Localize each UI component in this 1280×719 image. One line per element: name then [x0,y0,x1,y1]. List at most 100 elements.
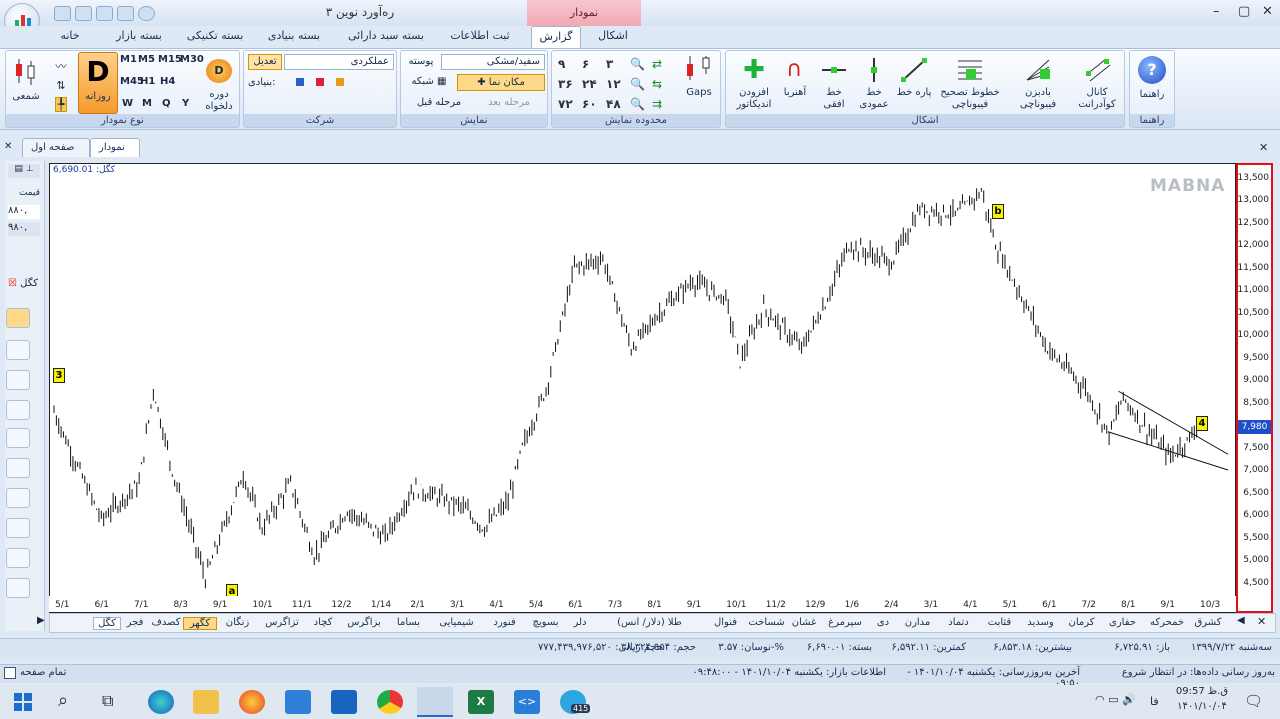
period-y[interactable]: Y [182,98,189,109]
tab-technical[interactable]: بسته تکنیکی [178,26,252,48]
mail-icon[interactable] [331,690,357,714]
marker-4[interactable]: 4 [1196,416,1208,431]
period-month[interactable]: M [142,98,152,109]
symbol-tab[interactable]: فجر [121,617,149,628]
add-indicator-icon[interactable]: ✚ [734,55,774,85]
range-36[interactable]: ۳۶ [558,74,573,94]
chrome-icon[interactable] [377,690,403,714]
chart-style-icons[interactable]: 〰 ⇅ ╄ [50,57,72,115]
badge-red-icon[interactable] [316,78,324,86]
search-icon[interactable]: ⌕ [58,690,68,711]
raavard-app-icon[interactable] [417,687,453,717]
tool-10-icon[interactable] [6,578,30,598]
symbol-tab[interactable]: بزاگرس [340,617,388,628]
marker-b[interactable]: b [992,204,1004,219]
marker-3[interactable]: 3 [53,368,65,383]
tab-register[interactable]: ثبت اطلاعات [440,26,520,48]
grid-button[interactable]: شبکه ▦ [405,76,453,87]
symbol-tab[interactable]: زنگان [217,617,258,628]
system-tray-icons[interactable]: ◠ ▭ 🔊 [1095,693,1136,706]
tab-home[interactable]: خانه [48,26,92,48]
period-m30[interactable]: M30 [180,54,204,65]
segment-icon[interactable] [900,57,928,83]
scroll-left-icon[interactable]: ◀ [1237,615,1245,626]
period-m15[interactable]: M15 [158,54,182,65]
symbol-tab[interactable]: کرمان [1061,617,1102,628]
print-icon[interactable] [75,6,92,21]
lower-trendline[interactable] [1107,431,1229,471]
vscode-icon[interactable]: <> [514,690,540,714]
symbol-tab[interactable]: کگهر [183,617,217,630]
chart-plot-area[interactable]: کگل: 6,690.01 MABNA 3ab4 [49,163,1236,613]
symbol-tab[interactable]: مدارن [897,617,938,628]
tab-shapes[interactable]: اشکال [588,26,638,48]
symbol-tab[interactable]: دی [869,617,897,628]
next-step-button[interactable]: مرحله بعد [473,97,545,108]
range-72[interactable]: ۷۲ [558,94,573,114]
fullscreen-icon[interactable] [4,667,16,679]
preview-icon[interactable] [96,6,113,21]
horizontal-line-icon[interactable] [820,57,848,83]
symbol-tab[interactable]: خمحرکه [1143,617,1191,628]
symbol-tab[interactable]: فنوال [705,617,746,628]
clock-time[interactable]: 09:57 ق.ظ [1172,686,1232,697]
symbol-tab[interactable]: شساخت [746,617,787,628]
symbol-tab[interactable]: وسدید [1020,617,1061,628]
symbol-bar-close-icon[interactable]: ✕ [1257,615,1266,628]
symbol-tab[interactable]: کگل [93,617,121,630]
period-h4[interactable]: H4 [160,76,175,87]
prev-step-button[interactable]: مرحله قبل [405,97,473,108]
email-icon[interactable] [117,6,134,21]
period-h1[interactable]: H1 [140,76,155,87]
cursor-button[interactable]: ✚ مکان نما [457,74,545,91]
symbol-chip[interactable]: ☒ کگل [8,278,40,294]
tab-report[interactable]: گزارش [531,26,581,48]
firefox-icon[interactable] [239,690,265,714]
symbol-tab[interactable]: قثابت [979,617,1020,628]
period-m1[interactable]: M1 [120,54,137,65]
remove-symbol-icon[interactable]: ☒ [8,278,17,289]
scroll-right-icon[interactable]: ▶ [37,615,45,626]
save-icon[interactable] [54,6,71,21]
symbol-tab[interactable]: دتماد [938,617,979,628]
tool-1-icon[interactable] [6,308,30,328]
language-indicator[interactable]: فا [1150,695,1159,708]
windows-start-icon[interactable] [14,693,32,711]
theme-select[interactable]: سفید/مشکی [441,54,545,70]
symbol-tab[interactable]: سپرمرغ [821,617,869,628]
symbol-tab[interactable]: حفاری [1102,617,1143,628]
symbol-tab[interactable]: طلا (دلار/ انس) [594,617,705,628]
company-select[interactable]: عملکردی [284,54,394,70]
symbol-tab[interactable]: غشان [787,617,821,628]
period-m5[interactable]: M5 [138,54,155,65]
upper-trendline[interactable] [1118,390,1229,455]
period-w[interactable]: W [122,98,133,109]
symbol-tab[interactable]: بساما [388,617,429,628]
tab-close-icon[interactable]: ✕ [4,141,12,152]
tool-6-icon[interactable] [6,458,30,478]
status-fullscreen[interactable]: تمام صفحه [20,667,66,678]
tab-fundamental[interactable]: بسته بنیادی [257,26,331,48]
minimize-icon[interactable]: – [1213,4,1220,19]
symbol-tab[interactable]: فنورد [484,617,525,628]
tool-8-icon[interactable] [6,518,30,538]
symbol-tab[interactable]: کشرق [1191,617,1225,628]
custom-period-icon[interactable]: D [206,59,232,83]
gaps-icon[interactable] [682,54,716,84]
clock-date[interactable]: ۱۴۰۱/۱۰/۰۴ [1172,701,1232,712]
symbol-tab[interactable]: کچاد [306,617,340,628]
range-9[interactable]: ۹ [558,54,565,74]
edge-icon[interactable] [148,690,174,714]
symbol-tab[interactable]: بسویچ [525,617,566,628]
arrow-icons[interactable]: ⇄ ⇆ ⇉ [652,54,674,112]
badge-orange-icon[interactable] [336,78,344,86]
range-12[interactable]: ۱۲ [606,74,621,94]
symbol-tab[interactable]: تزاگرس [258,617,306,628]
close-icon[interactable]: ✕ [1262,4,1273,19]
store-icon[interactable] [285,690,311,714]
period-buttons[interactable]: M1 M5 M15 M30 M45 H1 H4 W M Q Y [120,54,204,112]
badge-blue-icon[interactable] [296,78,304,86]
task-view-icon[interactable]: ⧉ [102,691,113,711]
symbol-tab[interactable]: دلر [566,617,594,628]
adjust-button[interactable]: تعدیل [248,54,282,70]
